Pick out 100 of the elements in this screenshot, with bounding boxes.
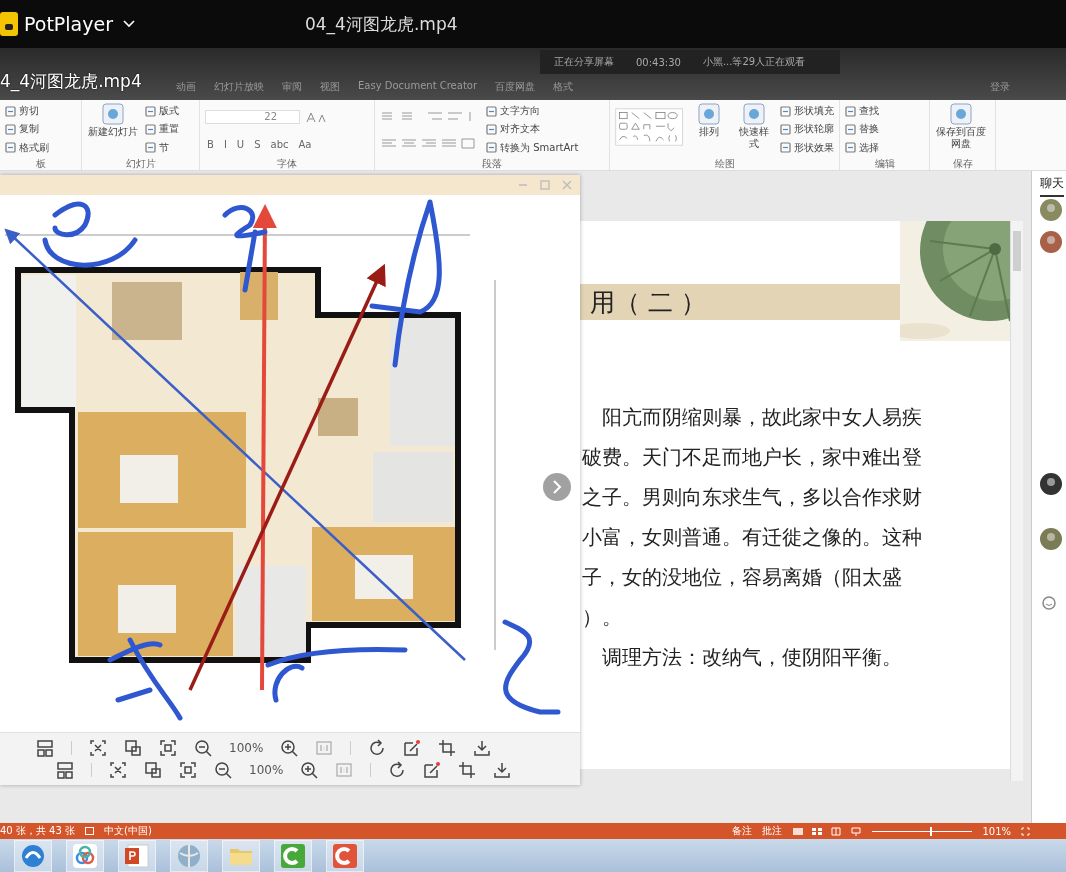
taskbar-button[interactable]: [66, 840, 104, 872]
chevron-down-icon[interactable]: [123, 20, 135, 28]
ribbon-button[interactable]: 版式: [145, 104, 179, 119]
emoji-icon[interactable]: [1042, 596, 1056, 610]
rotate-icon[interactable]: [368, 739, 387, 757]
ribbon-button[interactable]: 替换: [845, 122, 879, 137]
chat-tab[interactable]: 聊天: [1040, 175, 1064, 197]
crop-icon[interactable]: [438, 739, 457, 757]
format-button[interactable]: Aa: [296, 138, 314, 150]
fit-screen-icon[interactable]: [159, 739, 177, 757]
slide-text-line: 调理方法：改纳气，使阴阳平衡。: [601, 644, 903, 671]
taskbar-button[interactable]: [118, 840, 156, 872]
layout-icon[interactable]: [56, 761, 74, 779]
app-name[interactable]: PotPlayer: [24, 13, 113, 35]
slide-text-line: 小富，女则普通。有迁徙之像的。这种: [581, 524, 923, 551]
tool-icon: [145, 124, 156, 135]
tool-icon: [486, 105, 497, 117]
c-shape-tool-icon[interactable]: [332, 843, 358, 869]
ribbon-button[interactable]: 转换为 SmartArt: [486, 140, 579, 155]
avatar-icon: [1040, 231, 1062, 253]
tool-icon: [145, 105, 156, 117]
ribbon-button[interactable]: 形状效果: [780, 140, 834, 155]
ribbon-button[interactable]: 重置: [145, 122, 179, 137]
view-buttons-drawing[interactable]: [792, 826, 863, 836]
avatar-icon: [1040, 528, 1062, 550]
fit-window-icon[interactable]: [1021, 826, 1030, 836]
ribbon-button[interactable]: 剪切: [5, 104, 49, 119]
scrollbar[interactable]: [1010, 221, 1023, 781]
ribbon-button[interactable]: 格式刷: [5, 140, 49, 155]
browser-icon[interactable]: [20, 843, 46, 869]
tool-icon: [5, 105, 16, 117]
ribbon-tab[interactable]: 百度网盘: [495, 80, 536, 94]
ribbon-button[interactable]: 复制: [5, 122, 49, 137]
text-recognition-icon[interactable]: [109, 761, 127, 779]
ribbon-button[interactable]: 查找: [845, 104, 879, 119]
ribbon-button[interactable]: 节: [145, 140, 179, 155]
format-button[interactable]: abc: [268, 138, 291, 150]
notes-button[interactable]: 备注: [732, 824, 753, 838]
app-logo-icon: [0, 12, 18, 36]
format-button[interactable]: I: [221, 138, 229, 150]
sharing-status: 正在分享屏幕: [554, 55, 614, 69]
ribbon-button[interactable]: 排列: [689, 102, 729, 157]
c-shape-app-icon[interactable]: [280, 843, 306, 869]
ribbon-tab[interactable]: 审阅: [282, 80, 302, 94]
taskbar-button[interactable]: [14, 840, 52, 872]
taskbar-button[interactable]: [326, 840, 364, 872]
download-icon[interactable]: [493, 761, 512, 779]
ribbon-button[interactable]: 形状填充: [780, 104, 834, 119]
tool-icon: [845, 142, 856, 154]
fit-screen-icon[interactable]: [179, 761, 197, 779]
presentation-icon[interactable]: [124, 843, 150, 869]
ribbon-button[interactable]: 选择: [845, 140, 879, 155]
tool-icon: [486, 142, 497, 154]
edit-icon[interactable]: [423, 761, 442, 779]
zoom-level[interactable]: 101%: [982, 825, 1011, 837]
image-text-icon[interactable]: [124, 739, 142, 757]
slider-thumb[interactable]: [930, 826, 933, 836]
slide-count: 40 张，共 43 张: [0, 824, 75, 838]
layout-icon[interactable]: [36, 739, 54, 757]
login-link[interactable]: 登录: [990, 80, 1010, 94]
cloud-icon[interactable]: [72, 843, 98, 869]
taskbar-button[interactable]: [274, 840, 312, 872]
tool-icon: [780, 105, 791, 117]
zoom-in-icon[interactable]: [280, 739, 299, 757]
rotate-icon[interactable]: [388, 761, 407, 779]
ribbon-tab[interactable]: 动画: [176, 80, 196, 94]
language-label[interactable]: 中文(中国): [104, 824, 152, 838]
ribbon-tab[interactable]: 视图: [320, 80, 340, 94]
ribbon-button[interactable]: 文字方向: [486, 104, 579, 119]
ribbon-button[interactable]: 保存到百度网盘: [935, 102, 987, 157]
ribbon-tab[interactable]: 格式: [553, 80, 574, 94]
download-icon[interactable]: [473, 739, 492, 757]
ribbon-button[interactable]: 形状轮廓: [780, 122, 834, 137]
format-button[interactable]: B: [205, 138, 216, 150]
ribbon-button[interactable]: 对齐文本: [486, 122, 579, 137]
font-size-field[interactable]: 22: [205, 109, 300, 124]
group-label: 幻灯片: [124, 157, 157, 170]
group-label: 板: [34, 157, 47, 170]
font-size-icons-drawing[interactable]: [306, 110, 326, 123]
tool-icon: [845, 105, 856, 117]
image-text-icon[interactable]: [144, 761, 162, 779]
ribbon-button[interactable]: 快速样式: [734, 102, 774, 157]
edit-icon[interactable]: [403, 739, 422, 757]
ribbon-tab[interactable]: 幻灯片放映: [214, 80, 264, 94]
tool-icon: [5, 142, 16, 154]
slide-text-line: 破费。天门不足而地户长，家中难出登: [581, 444, 923, 471]
group-label: 字体: [276, 157, 298, 170]
format-button[interactable]: S: [252, 138, 263, 150]
format-button[interactable]: U: [234, 138, 247, 150]
zoom-out-icon[interactable]: [214, 761, 232, 779]
zoom-percent: 100%: [229, 741, 264, 755]
group-label: 保存: [951, 157, 974, 170]
spellcheck-icon[interactable]: [85, 827, 94, 835]
text-recognition-icon[interactable]: [89, 739, 107, 757]
ribbon-button[interactable]: 新建幻灯片: [87, 102, 139, 157]
zoom-in-icon[interactable]: [300, 761, 319, 779]
ribbon-tab[interactable]: Easy Document Creator: [358, 80, 478, 94]
comments-button[interactable]: 批注: [762, 824, 783, 838]
zoom-out-icon[interactable]: [194, 739, 212, 757]
crop-icon[interactable]: [458, 761, 477, 779]
